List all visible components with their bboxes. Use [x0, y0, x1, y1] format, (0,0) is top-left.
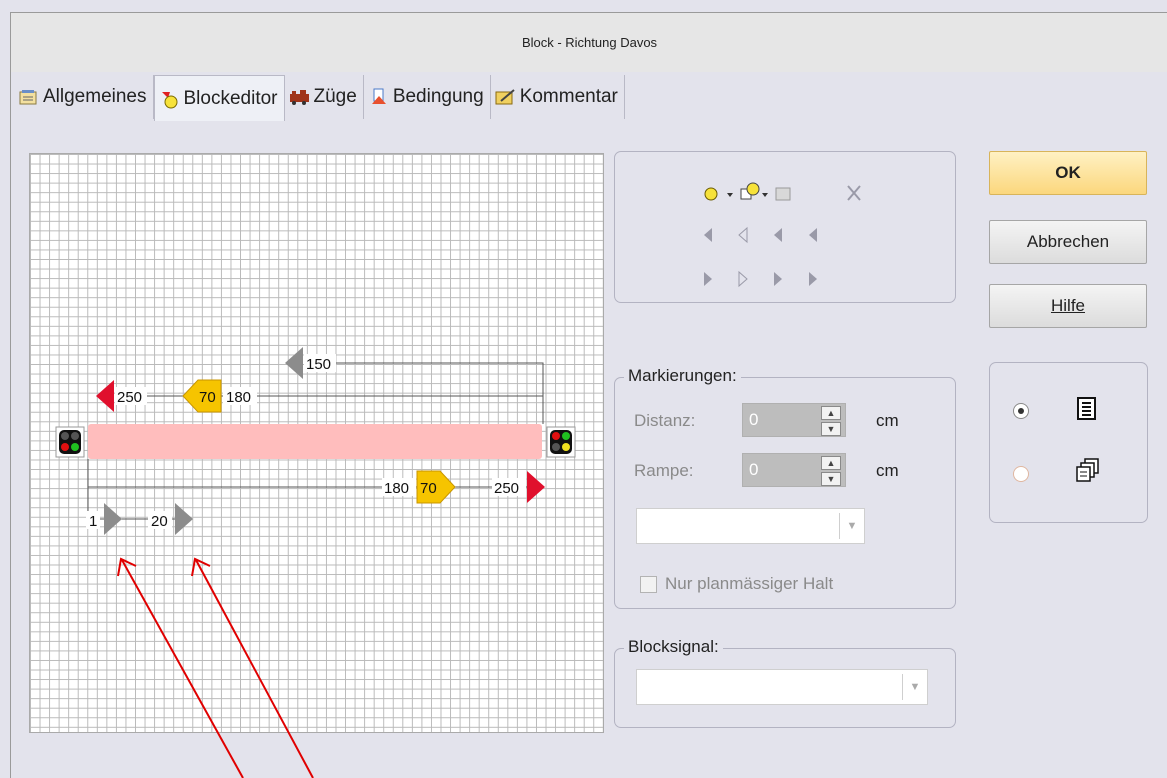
view-mode-group: [989, 362, 1148, 523]
rampe-spinner[interactable]: 0 ▲ ▼: [742, 453, 846, 487]
tab-label: Züge: [313, 86, 357, 107]
spin-up-icon[interactable]: ▲: [821, 456, 841, 470]
tab-label: Blockeditor: [183, 87, 278, 109]
block-editor-icon: [159, 90, 181, 108]
tab-kommentar[interactable]: Kommentar: [491, 75, 625, 119]
markierungen-title: Markierungen:: [624, 366, 741, 386]
rampe-unit: cm: [876, 461, 899, 480]
tab-label: Kommentar: [519, 86, 618, 107]
rampe-label: Rampe:: [634, 461, 694, 480]
train-icon: [289, 88, 311, 106]
list-view-icon: [1077, 397, 1096, 420]
spin-down-icon[interactable]: ▼: [821, 472, 841, 486]
spin-down-icon[interactable]: ▼: [821, 422, 841, 436]
add-object-icon[interactable]: [740, 182, 768, 200]
block-editor-canvas[interactable]: [29, 153, 604, 733]
properties-icon: [18, 88, 40, 106]
distanz-spinner[interactable]: 0 ▲ ▼: [742, 403, 846, 437]
rampe-value: 0: [749, 460, 759, 479]
tab-label: Bedingung: [392, 86, 484, 107]
tab-blockeditor[interactable]: Blockeditor: [153, 75, 285, 121]
nur-planmaessiger-halt-checkbox[interactable]: Nur planmässiger Halt: [640, 574, 833, 594]
distanz-value: 0: [749, 410, 759, 429]
view-detail-radio[interactable]: [1013, 466, 1029, 482]
blocksignal-title: Blocksignal:: [624, 637, 723, 657]
comment-icon: [495, 88, 517, 106]
spin-up-icon[interactable]: ▲: [821, 406, 841, 420]
title-bar: Block - Richtung Davos: [10, 12, 1167, 73]
tab-zuege[interactable]: Züge: [285, 75, 364, 119]
tab-bar: Allgemeines Blockeditor Züge Bedingung K…: [14, 75, 625, 121]
tab-allgemeines[interactable]: Allgemeines: [14, 75, 154, 119]
multi-page-icon: [1076, 458, 1099, 482]
move-left-icons[interactable]: [704, 226, 817, 244]
help-button-label: Hilfe: [1050, 296, 1085, 315]
window-title: Block - Richtung Davos: [521, 35, 658, 50]
checkbox-label: Nur planmässiger Halt: [665, 574, 834, 593]
delete-icon[interactable]: [847, 185, 861, 201]
cancel-button[interactable]: Abbrechen: [989, 220, 1147, 264]
distanz-label: Distanz:: [634, 411, 696, 430]
properties-icon[interactable]: [775, 187, 791, 201]
toolbar-icons: [704, 182, 861, 288]
add-marker-icon[interactable]: [704, 187, 733, 201]
checkbox-box[interactable]: [640, 575, 657, 593]
move-right-icons[interactable]: [704, 270, 817, 288]
distanz-unit: cm: [876, 411, 899, 430]
chevron-down-icon[interactable]: ▼: [839, 513, 864, 539]
view-list-radio[interactable]: [1013, 403, 1029, 419]
help-button[interactable]: Hilfe: [989, 284, 1147, 328]
tab-label: Allgemeines: [43, 86, 147, 107]
blocksignal-dropdown[interactable]: ▼: [636, 669, 928, 705]
chevron-down-icon[interactable]: ▼: [902, 674, 927, 700]
ok-button[interactable]: OK: [989, 151, 1147, 195]
tab-bedingung[interactable]: Bedingung: [364, 75, 491, 119]
condition-icon: [368, 88, 390, 106]
marker-type-dropdown[interactable]: ▼: [636, 508, 865, 544]
